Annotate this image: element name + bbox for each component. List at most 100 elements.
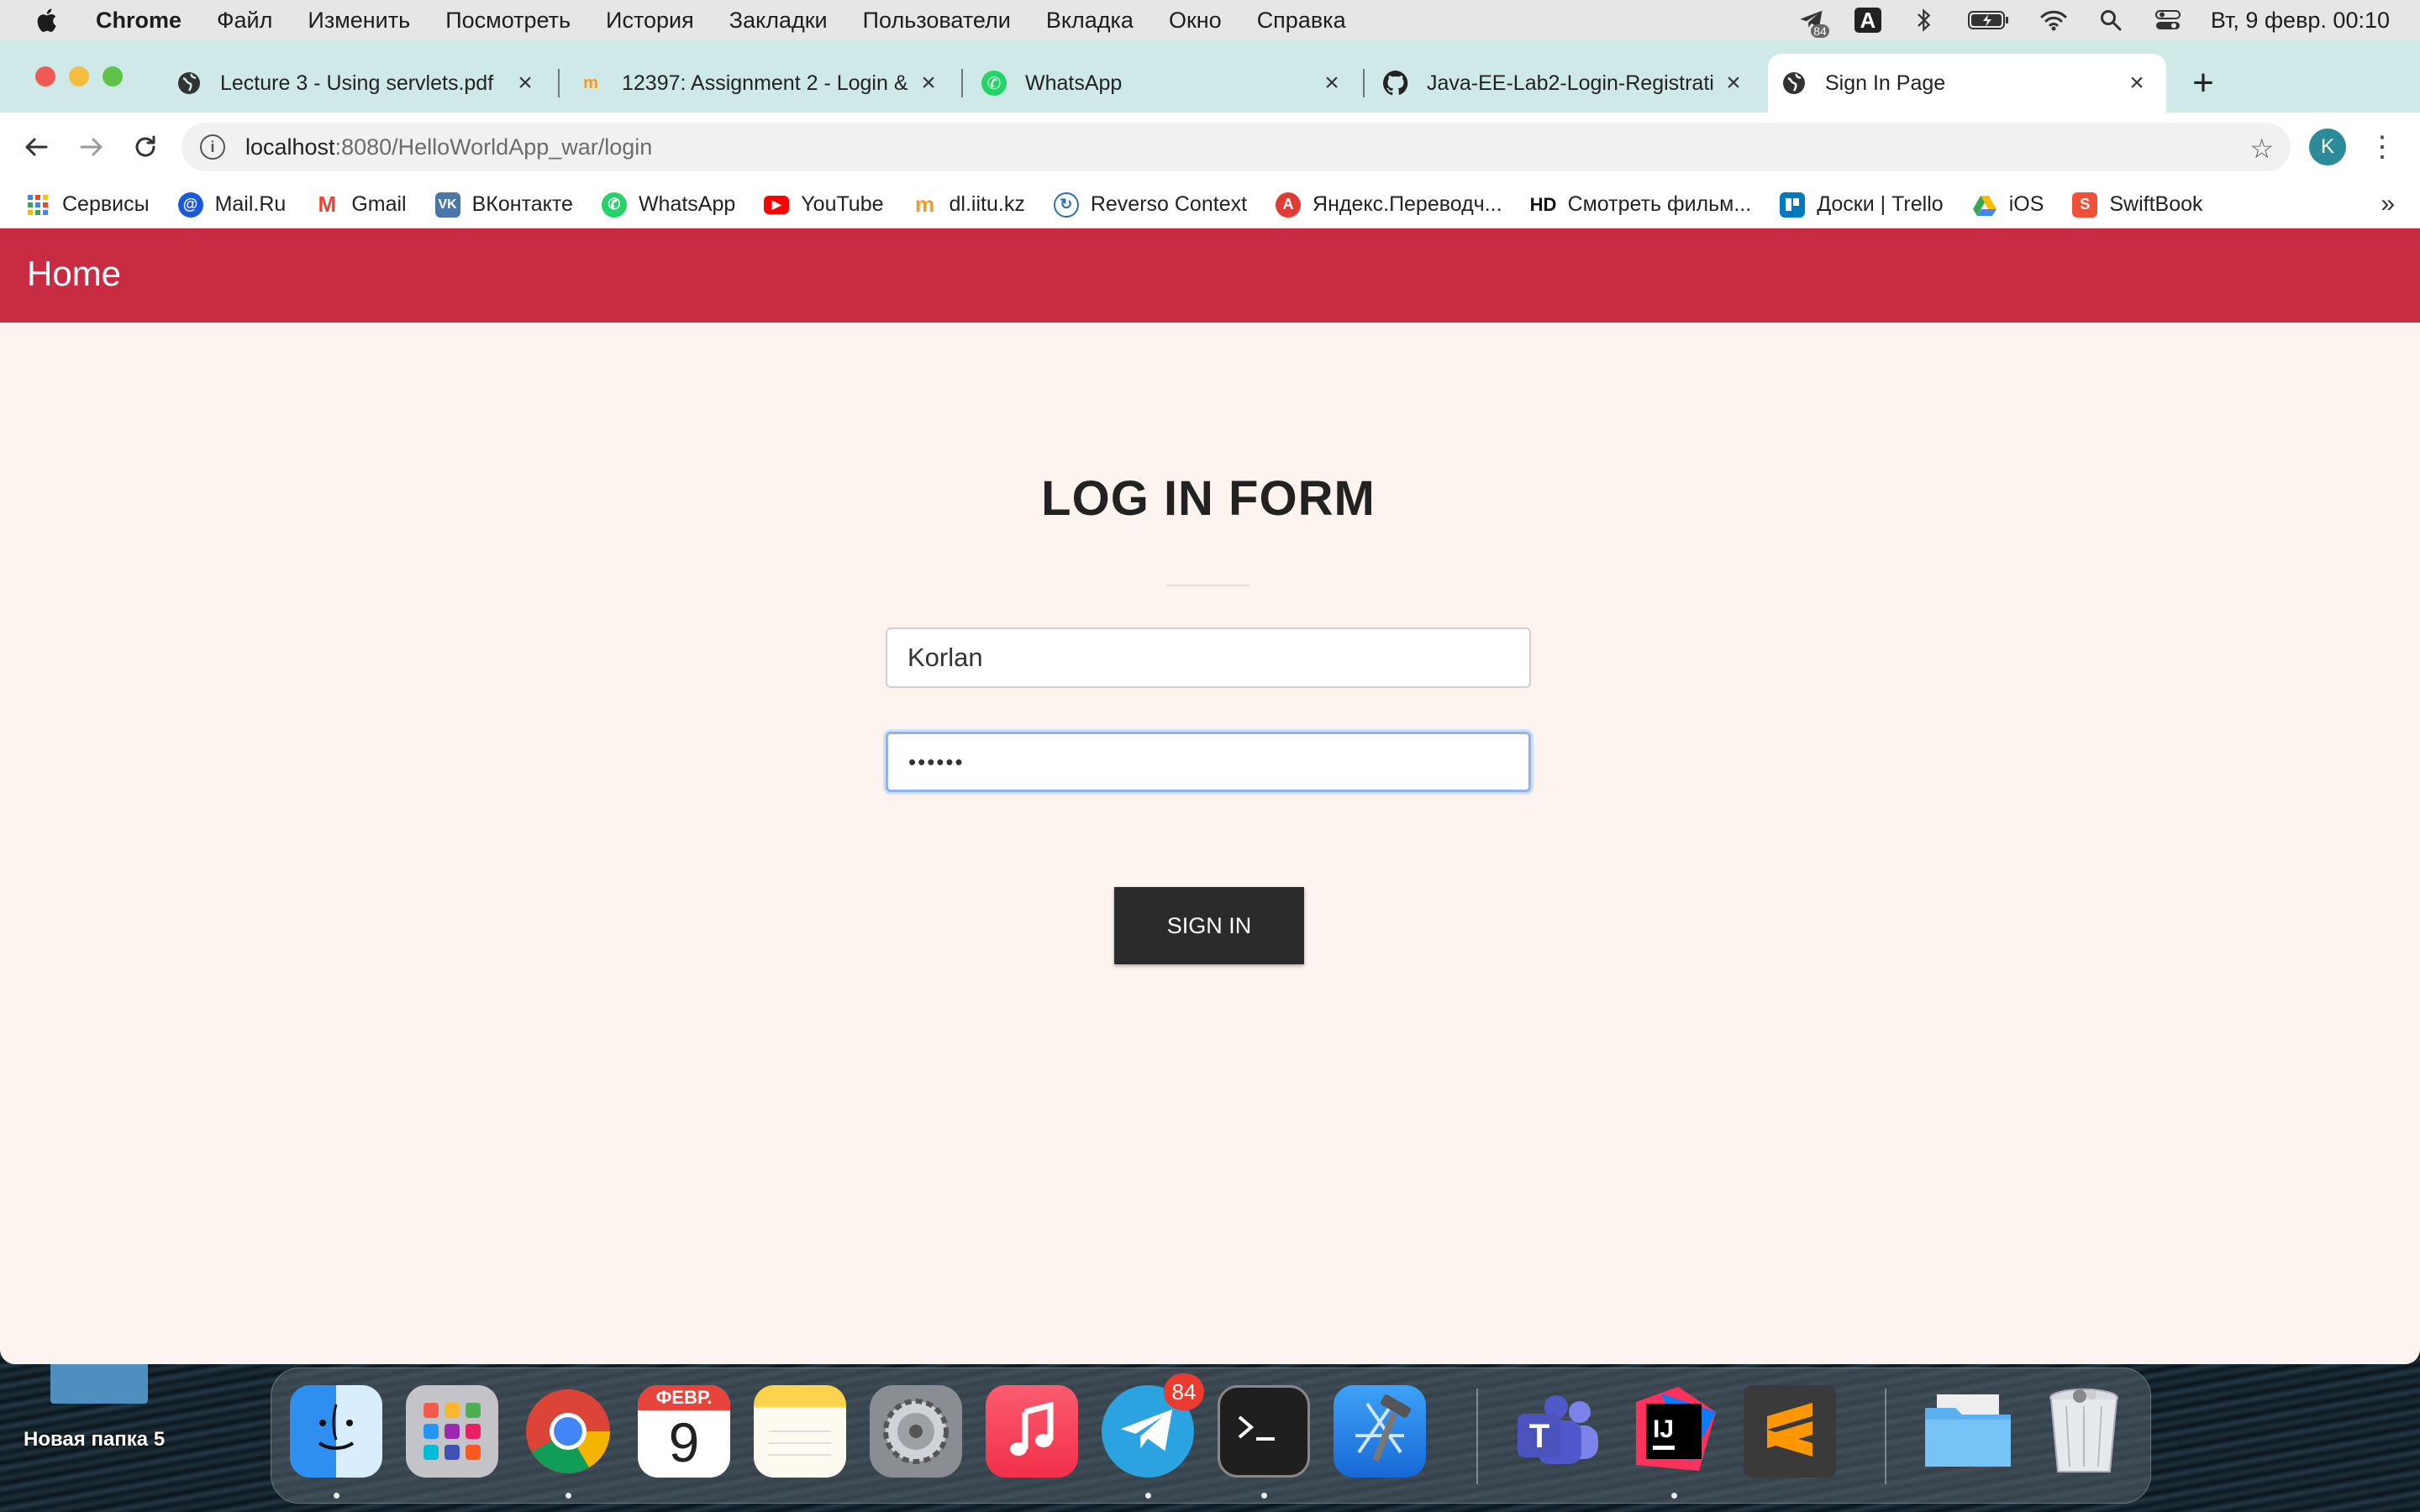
bookmarks-overflow-chevron-icon[interactable]: » [2381, 190, 2395, 218]
input-source-label: A [1860, 7, 1876, 33]
tab-sign-in-page[interactable]: Sign In Page × [1768, 54, 2166, 113]
terminal-icon[interactable] [1218, 1385, 1310, 1478]
folder-icon[interactable] [1922, 1385, 2014, 1478]
reload-icon[interactable] [124, 126, 166, 168]
username-field[interactable] [886, 627, 1531, 688]
menubar-clock[interactable]: Вт, 9 февр. 00:10 [2211, 8, 2390, 34]
reverso-icon: ↻ [1053, 192, 1079, 218]
moodle-icon: m [914, 192, 935, 217]
tab-whatsapp[interactable]: ✆ WhatsApp × [970, 54, 1356, 113]
xcode-icon[interactable] [1334, 1385, 1426, 1478]
window-zoom-button[interactable] [103, 66, 123, 87]
wifi-icon[interactable] [2039, 8, 2068, 33]
sign-in-button[interactable]: SIGN IN [1114, 887, 1304, 964]
menu-bookmarks[interactable]: Закладки [729, 8, 828, 34]
music-icon[interactable] [986, 1385, 1078, 1478]
address-bar[interactable]: i localhost:8080/HelloWorldApp_war/login… [182, 123, 2291, 171]
site-info-icon[interactable]: i [200, 134, 225, 160]
menu-help[interactable]: Справка [1257, 8, 1346, 34]
input-source-icon[interactable]: A [1854, 8, 1881, 33]
yandex-translate-icon: A [1276, 192, 1302, 218]
bookmark-movies[interactable]: HD Смотреть фильм... [1530, 192, 1752, 218]
tab-close-icon[interactable]: × [916, 69, 941, 97]
navbar: Home [0, 228, 2420, 323]
chrome-window: Lecture 3 - Using servlets.pdf × m 12397… [0, 40, 2420, 1364]
github-icon [1383, 71, 1408, 96]
bookmark-star-icon[interactable]: ☆ [2249, 133, 2274, 165]
calendar-icon[interactable]: ФЕВР. 9 [638, 1385, 730, 1478]
finder-icon[interactable] [290, 1385, 382, 1478]
bookmark-vk[interactable]: VK ВКонтакте [434, 192, 573, 218]
forward-arrow-icon[interactable] [71, 126, 113, 168]
back-arrow-icon[interactable] [15, 126, 57, 168]
youtube-icon: ▶ [764, 195, 790, 214]
bookmark-services[interactable]: Сервисы [25, 192, 150, 218]
menu-history[interactable]: История [606, 8, 694, 34]
menu-app-chrome[interactable]: Chrome [96, 8, 182, 34]
menu-tab[interactable]: Вкладка [1046, 8, 1134, 34]
dock-separator [1476, 1389, 1478, 1484]
tab-close-icon[interactable]: × [1721, 69, 1746, 97]
menu-edit[interactable]: Изменить [308, 8, 410, 34]
system-preferences-icon[interactable] [870, 1385, 962, 1478]
apps-grid-icon [25, 192, 50, 218]
profile-avatar[interactable]: K [2309, 129, 2346, 165]
bookmark-label: dl.iitu.kz [949, 192, 1025, 216]
running-indicator [566, 1493, 571, 1499]
bluetooth-icon[interactable] [1910, 8, 1939, 33]
tab-title: Java-EE-Lab2-Login-Registrati [1427, 71, 1714, 95]
bookmark-yandex-translate[interactable]: A Яндекс.Переводч... [1276, 192, 1502, 218]
chrome-menu-icon[interactable]: ⋮ [2368, 126, 2396, 168]
bookmark-youtube[interactable]: ▶ YouTube [764, 192, 884, 217]
intellij-icon[interactable]: IJ [1628, 1385, 1720, 1478]
new-tab-plus-icon[interactable]: + [2186, 62, 2220, 104]
tab-close-icon[interactable]: × [513, 69, 538, 97]
bookmark-ios[interactable]: iOS [1972, 192, 2044, 218]
tab-close-icon[interactable]: × [1319, 69, 1344, 97]
apple-icon[interactable] [34, 6, 62, 34]
window-minimize-button[interactable] [69, 66, 89, 87]
control-center-icon[interactable] [2154, 8, 2182, 33]
svg-text:IJ: IJ [1653, 1415, 1674, 1443]
menu-window[interactable]: Окно [1169, 8, 1222, 34]
tab-assignment[interactable]: m 12397: Assignment 2 - Login & × [566, 54, 953, 113]
bookmark-trello[interactable]: Доски | Trello [1780, 192, 1944, 218]
desktop-folder-label[interactable]: Новая папка 5 [24, 1428, 165, 1452]
trash-icon[interactable] [2038, 1385, 2130, 1478]
menu-profiles[interactable]: Пользователи [863, 8, 1011, 34]
bookmark-dl-iitu[interactable]: m dl.iitu.kz [913, 192, 1025, 218]
tab-lecture-pdf[interactable]: Lecture 3 - Using servlets.pdf × [165, 54, 550, 113]
bookmark-whatsapp[interactable]: ✆ WhatsApp [601, 192, 735, 218]
chrome-icon[interactable] [522, 1385, 614, 1478]
tab-close-icon[interactable]: × [2124, 69, 2149, 97]
address-url[interactable]: localhost:8080/HelloWorldApp_war/login [245, 134, 652, 160]
battery-icon[interactable] [1967, 8, 2011, 33]
tab-title: Sign In Page [1825, 71, 1946, 95]
window-close-button[interactable] [35, 66, 55, 87]
notes-icon[interactable] [754, 1385, 846, 1478]
bookmark-label: Gmail [351, 192, 407, 216]
sublime-icon[interactable] [1744, 1385, 1836, 1478]
telegram-status-icon[interactable]: 84 [1797, 8, 1829, 38]
gmail-icon: M [318, 192, 337, 217]
launchpad-icon[interactable] [406, 1385, 498, 1478]
calendar-day: 9 [668, 1411, 700, 1473]
menu-view[interactable]: Посмотреть [445, 8, 571, 34]
menu-file[interactable]: Файл [217, 8, 272, 34]
bookmark-gmail[interactable]: M Gmail [314, 192, 406, 218]
bookmark-reverso[interactable]: ↻ Reverso Context [1053, 192, 1247, 218]
nav-home-link[interactable]: Home [27, 254, 121, 294]
spotlight-search-icon[interactable] [2096, 8, 2125, 33]
tab-github[interactable]: Java-EE-Lab2-Login-Registrati × [1371, 54, 1758, 113]
svg-text:T: T [1529, 1418, 1549, 1455]
teams-icon[interactable]: T [1512, 1385, 1604, 1478]
bookmark-mailru[interactable]: @ Mail.Ru [177, 192, 286, 218]
mailru-icon: @ [177, 192, 203, 218]
bookmark-swiftbook[interactable]: S SwiftBook [2072, 192, 2203, 218]
google-drive-icon [1972, 192, 1997, 218]
moodle-icon: m [583, 73, 598, 92]
bookmark-label: ВКонтакте [471, 192, 573, 216]
bookmarks-bar: Сервисы @ Mail.Ru M Gmail VK ВКонтакте ✆… [0, 181, 2420, 228]
telegram-icon[interactable]: 84 [1102, 1373, 1204, 1478]
password-field[interactable] [886, 732, 1531, 792]
